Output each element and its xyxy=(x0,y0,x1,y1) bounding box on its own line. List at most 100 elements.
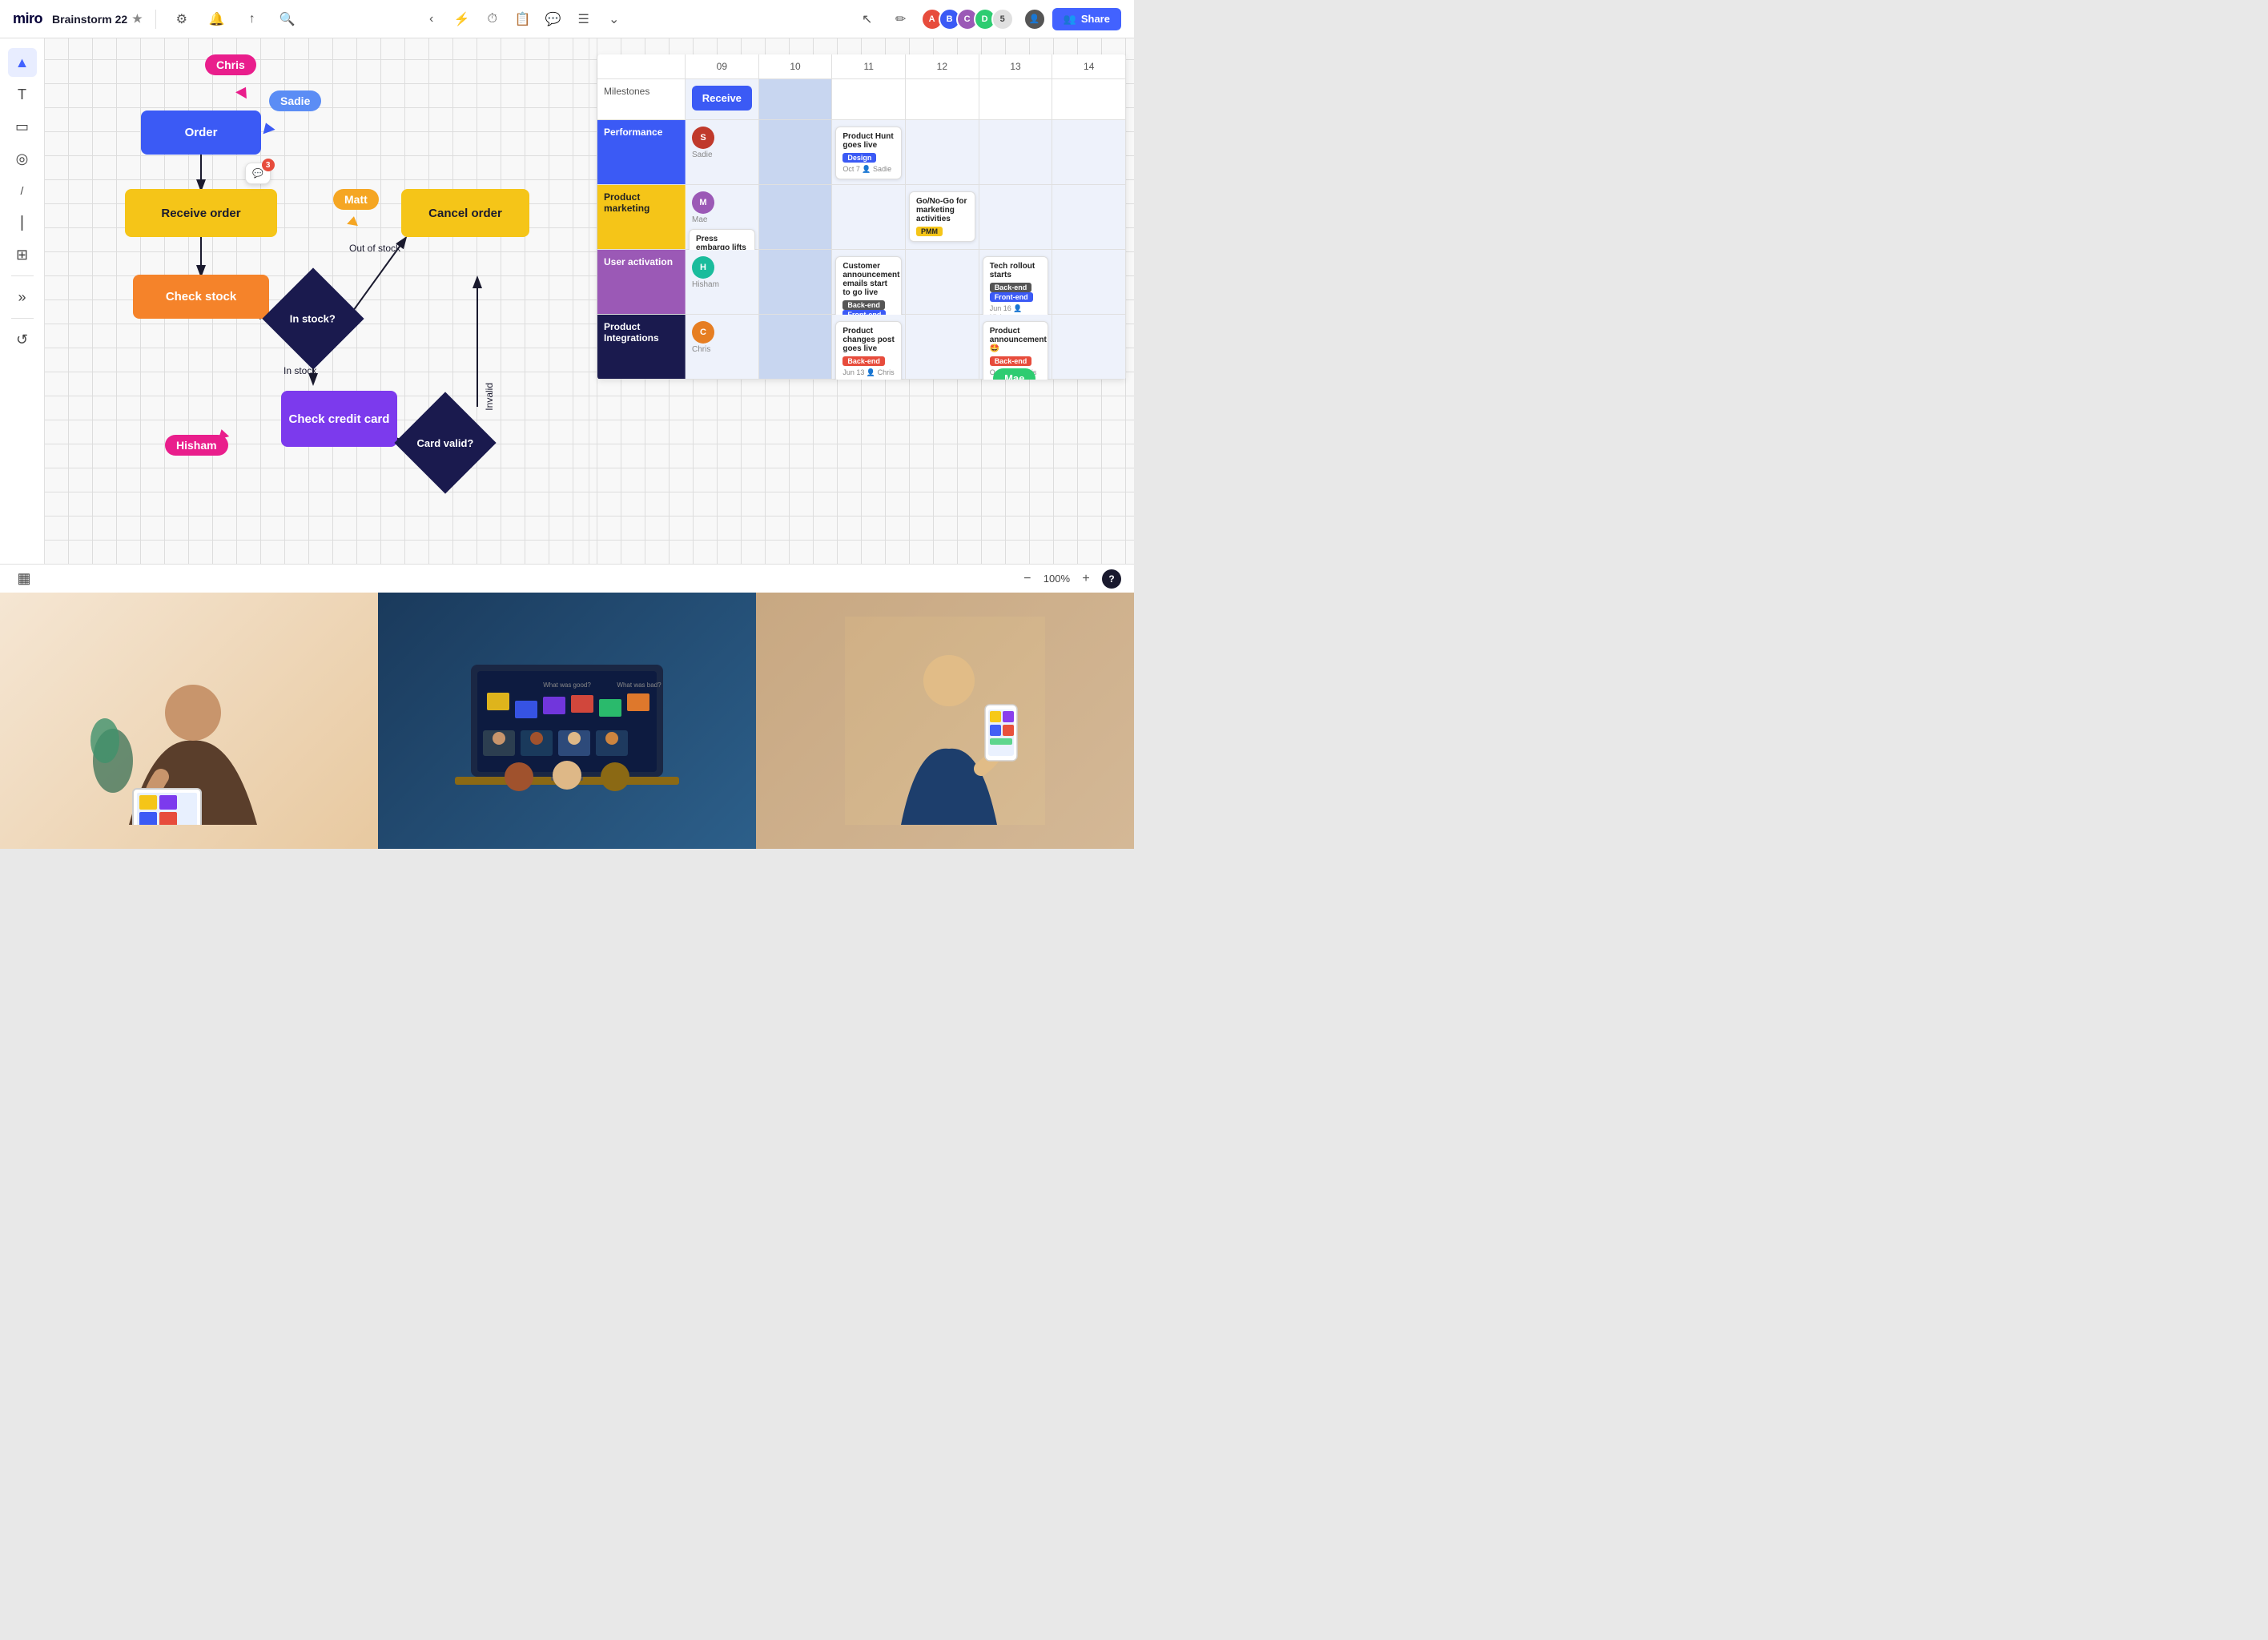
perf-cell-09: S Sadie xyxy=(686,120,759,184)
product-marketing-label: Product marketing xyxy=(597,185,686,249)
chris-avatar-label: Chris xyxy=(692,345,710,354)
nav-template-button[interactable]: ☰ xyxy=(570,6,597,33)
topbar-separator-1 xyxy=(155,10,156,29)
pm-cell-14 xyxy=(1052,185,1126,249)
chris-cursor-arrow xyxy=(235,84,251,98)
milestone-cell-14 xyxy=(1052,79,1126,119)
pmm-badge-2: PMM xyxy=(916,227,943,236)
search-button[interactable]: 🔍 xyxy=(275,6,300,32)
perf-cell-14 xyxy=(1052,120,1126,184)
matt-cursor-label: Matt xyxy=(333,189,379,210)
milestone-cell-10 xyxy=(759,79,833,119)
upload-button[interactable]: ↑ xyxy=(239,6,265,32)
sadie-avatar: S xyxy=(692,127,714,149)
pen-tools-button[interactable]: ✏ xyxy=(887,6,915,33)
nav-timer-button[interactable]: ⏱ xyxy=(479,6,506,33)
comment-bubble[interactable]: 3 💬 xyxy=(245,163,271,184)
check-credit-card-node[interactable]: Check credit card xyxy=(281,391,397,447)
panel-toggle-button[interactable]: ▦ xyxy=(13,568,35,590)
go-nogo-title: Go/No-Go for marketing activities xyxy=(916,197,968,223)
ua-cell-11: Customer announcement emails start to go… xyxy=(832,250,906,314)
pi-cell-13: Product announcement 🤩 Back-end Oct 7 👤 … xyxy=(979,315,1053,379)
user-activation-label: User activation xyxy=(597,250,686,314)
flowchart-panel: Chris Sadie Order Receive order Check st… xyxy=(45,38,589,564)
backend-badge-ua1: Back-end xyxy=(842,300,885,310)
pi-cell-11: Product changes post goes live Back-end … xyxy=(832,315,906,379)
product-changes-meta: Jun 13 👤 Chris xyxy=(842,368,895,377)
milestone-cell-11 xyxy=(832,79,906,119)
frame-tool-button[interactable]: ⊞ xyxy=(8,240,37,269)
receive-milestone-btn[interactable]: Receive xyxy=(692,86,752,111)
timeline-wrapper: 09 10 11 12 13 14 Milestones Receive xyxy=(597,54,1126,380)
share-label: Share xyxy=(1081,13,1110,25)
col-header-12: 12 xyxy=(906,54,979,78)
avatar-count: 5 xyxy=(991,8,1014,30)
settings-button[interactable]: ⚙ xyxy=(169,6,195,32)
card-valid-diamond[interactable]: Card valid? xyxy=(405,403,485,483)
pen-tool-button[interactable]: / xyxy=(8,176,37,205)
go-nogo-card[interactable]: Go/No-Go for marketing activities PMM xyxy=(909,191,975,242)
pi-cell-10 xyxy=(759,315,833,379)
bottom-image-1 xyxy=(0,593,378,849)
miro-logo: miro xyxy=(13,10,42,27)
ua-cell-13: Tech rollout starts Back-end Front-end J… xyxy=(979,250,1053,314)
nav-back-button[interactable]: ‹ xyxy=(418,6,445,33)
design-badge: Design xyxy=(842,153,876,163)
pi-cell-09: C Chris xyxy=(686,315,759,379)
customer-ann-title: Customer announcement emails start to go… xyxy=(842,262,895,297)
text-tool-button[interactable]: T xyxy=(8,80,37,109)
board-title-area: Brainstorm 22 ★ xyxy=(52,12,143,26)
undo-button[interactable]: ↺ xyxy=(8,325,37,354)
select-tool-button[interactable]: ▲ xyxy=(8,48,37,77)
cancel-order-node[interactable]: Cancel order xyxy=(401,189,529,237)
milestones-label: Milestones xyxy=(597,79,686,119)
zoom-level: 100% xyxy=(1044,573,1070,585)
in-stock-diamond[interactable]: In stock? xyxy=(273,279,353,359)
pm-cell-11 xyxy=(832,185,906,249)
pm-cell-12: Go/No-Go for marketing activities PMM xyxy=(906,185,979,249)
chris-avatar: C xyxy=(692,321,714,344)
product-changes-card[interactable]: Product changes post goes live Back-end … xyxy=(835,321,902,380)
hisham-cursor-arrow xyxy=(216,428,229,439)
line-tool-button[interactable]: | xyxy=(8,208,37,237)
perf-cell-12 xyxy=(906,120,979,184)
sadie-avatar-label: Sadie xyxy=(692,151,713,159)
monitor-image-bg: What was good? What was bad? xyxy=(378,593,756,849)
product-integrations-label: Product Integrations xyxy=(597,315,686,379)
tablet-image-bg xyxy=(0,593,378,849)
product-marketing-row: Product marketing M Mae Press embargo li… xyxy=(597,185,1126,250)
more-tools-button[interactable]: » xyxy=(8,283,37,312)
sticky-note-tool-button[interactable]: ▭ xyxy=(8,112,37,141)
help-button[interactable]: ? xyxy=(1102,569,1121,589)
receive-order-node[interactable]: Receive order xyxy=(125,189,277,237)
product-integrations-row: Product Integrations C Chris Product cha… xyxy=(597,315,1126,380)
comment-count: 3 xyxy=(262,159,275,171)
pm-cell-13 xyxy=(979,185,1053,249)
canvas-content[interactable]: Chris Sadie Order Receive order Check st… xyxy=(45,38,1134,564)
star-icon[interactable]: ★ xyxy=(132,12,143,26)
pm-cell-09: M Mae Press embargo lifts 🔥 PMM xyxy=(686,185,759,249)
zoom-in-button[interactable]: + xyxy=(1076,569,1096,589)
nav-lightning-button[interactable]: ⚡ xyxy=(448,6,476,33)
board-title: Brainstorm 22 xyxy=(52,13,127,26)
check-stock-node[interactable]: Check stock xyxy=(133,275,269,319)
perf-cell-13 xyxy=(979,120,1053,184)
milestones-row: Milestones Receive xyxy=(597,79,1126,120)
nav-board-button[interactable]: 📋 xyxy=(509,6,537,33)
product-hunt-card[interactable]: Product Hunt goes live Design Oct 7 👤 Sa… xyxy=(835,127,902,179)
zoom-out-button[interactable]: − xyxy=(1018,569,1037,589)
share-button[interactable]: 👥 Share xyxy=(1052,8,1121,30)
perf-cell-11: Product Hunt goes live Design Oct 7 👤 Sa… xyxy=(832,120,906,184)
topbar-right-area: ↖ ✏ A B C D 5 👤 👥 Share xyxy=(854,6,1121,33)
canvas-area: ▲ T ▭ ◎ / | ⊞ » ↺ xyxy=(0,38,1134,564)
order-node[interactable]: Order xyxy=(141,111,261,155)
milestone-cell-12 xyxy=(906,79,979,119)
col-header-10: 10 xyxy=(759,54,833,78)
shapes-tool-button[interactable]: ◎ xyxy=(8,144,37,173)
cursor-tools-button[interactable]: ↖ xyxy=(854,6,881,33)
nav-comment-button[interactable]: 💬 xyxy=(540,6,567,33)
notifications-button[interactable]: 🔔 xyxy=(204,6,230,32)
frontend-badge-ua2: Front-end xyxy=(990,292,1033,302)
nav-more-button[interactable]: ⌄ xyxy=(601,6,628,33)
mae-cursor-label: Mae xyxy=(993,368,1035,380)
